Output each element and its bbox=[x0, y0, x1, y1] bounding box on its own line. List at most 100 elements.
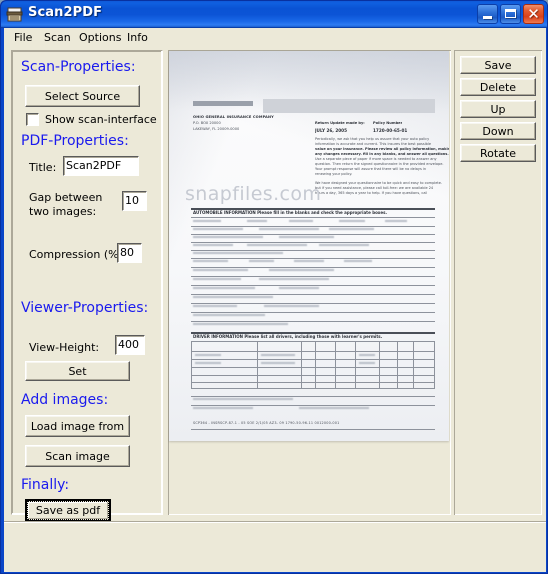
doc-driver-col-5 bbox=[355, 341, 356, 389]
doc-blur-a24 bbox=[279, 287, 319, 290]
doc-blur-a20 bbox=[269, 269, 334, 272]
doc-body-2: information is accurate and current. Thi… bbox=[315, 142, 432, 146]
watermark-text: snapfiles.com bbox=[185, 183, 322, 205]
doc-body-3: value on your insurance. Please review a… bbox=[315, 147, 449, 151]
doc-blur-a13 bbox=[319, 244, 369, 247]
doc-blur-a6 bbox=[193, 228, 243, 231]
doc-body-8: renewing your policy. bbox=[315, 172, 353, 176]
doc-blur-d6 bbox=[359, 362, 375, 365]
rotate-label: Rotate bbox=[479, 146, 516, 160]
select-source-button[interactable]: Select Source bbox=[25, 85, 140, 107]
doc-blur-a19 bbox=[193, 269, 248, 272]
doc-rule-d2 bbox=[191, 405, 435, 406]
doc-blur-a26 bbox=[193, 305, 237, 308]
doc-blur-a16 bbox=[249, 260, 274, 263]
image-actions-panel: Save Delete Up Down Rotate bbox=[454, 50, 542, 515]
doc-rule-a9 bbox=[191, 285, 435, 286]
save-as-pdf-button[interactable]: Save as pdf bbox=[25, 499, 111, 522]
pdf-properties-heading: PDF-Properties: bbox=[21, 133, 129, 149]
doc-body-7: Your prompt response will assure that th… bbox=[315, 167, 427, 171]
doc-return-label: Return Update made by: bbox=[315, 121, 365, 125]
doc-driver-row-rule-5 bbox=[191, 382, 435, 383]
doc-driver-col-6 bbox=[379, 341, 380, 389]
save-label: Save bbox=[484, 58, 512, 72]
doc-blur-a28 bbox=[193, 314, 265, 317]
viewer-properties-heading: Viewer-Properties: bbox=[21, 300, 149, 316]
save-button[interactable]: Save bbox=[460, 56, 536, 74]
doc-driver-row-rule-3 bbox=[191, 367, 435, 368]
gap-label-line1: Gap between bbox=[29, 191, 103, 204]
doc-driver-col-3 bbox=[315, 341, 316, 389]
doc-address-1: P.O. BOX 20000 bbox=[193, 121, 221, 125]
minimize-button[interactable] bbox=[477, 4, 498, 24]
load-image-button[interactable]: Load image from bbox=[25, 415, 130, 437]
preview-panel[interactable]: OHIO GENERAL INSURANCE COMPANY P.O. BOX … bbox=[168, 50, 451, 515]
doc-rule-a12 bbox=[191, 312, 435, 313]
doc-driver-col-7 bbox=[397, 341, 398, 389]
doc-blur-a7 bbox=[259, 228, 319, 231]
doc-rule-a10 bbox=[191, 294, 435, 295]
doc-blur-a27 bbox=[264, 305, 319, 308]
doc-footer-rule bbox=[191, 429, 435, 430]
scanned-page-image[interactable]: OHIO GENERAL INSURANCE COMPANY P.O. BOX … bbox=[169, 51, 449, 441]
add-images-heading: Add images: bbox=[21, 392, 109, 408]
set-label: Set bbox=[68, 364, 87, 378]
select-source-label: Select Source bbox=[44, 89, 121, 103]
doc-rule-a1 bbox=[191, 217, 435, 218]
doc-rule-a7 bbox=[191, 267, 435, 268]
delete-label: Delete bbox=[479, 80, 517, 94]
up-label: Up bbox=[490, 102, 506, 116]
doc-blur-a11 bbox=[193, 244, 233, 247]
view-height-input[interactable]: 400 bbox=[115, 335, 145, 355]
doc-driver-col-2 bbox=[301, 341, 302, 389]
set-button[interactable]: Set bbox=[25, 361, 130, 381]
doc-auto-section-heading: AUTOMOBILE INFORMATION Please fill in th… bbox=[193, 210, 388, 215]
rotate-button[interactable]: Rotate bbox=[460, 144, 536, 162]
doc-logo-bar bbox=[193, 101, 253, 106]
menu-bar: File Scan Options Info bbox=[4, 28, 546, 48]
maximize-button[interactable] bbox=[500, 4, 521, 24]
maximize-icon bbox=[505, 9, 516, 18]
doc-rule-d1 bbox=[191, 396, 435, 397]
doc-rule-a11 bbox=[191, 303, 435, 304]
show-scan-interface-checkbox[interactable]: Show scan-interface bbox=[26, 113, 157, 126]
doc-blur-d5 bbox=[261, 362, 295, 365]
client-area: File Scan Options Info Scan-Properties: … bbox=[4, 28, 546, 572]
close-icon: ✕ bbox=[527, 5, 540, 23]
doc-body-11: hours a day, 365 days a year to help. If… bbox=[315, 191, 428, 195]
doc-company: OHIO GENERAL INSURANCE COMPANY bbox=[193, 115, 274, 119]
menu-item-options[interactable]: Options bbox=[74, 31, 126, 46]
doc-body-1: Periodically, we ask that you help us as… bbox=[315, 137, 430, 141]
doc-blur-a4 bbox=[339, 220, 365, 223]
load-image-label: Load image from bbox=[30, 419, 125, 433]
down-button[interactable]: Down bbox=[460, 122, 536, 140]
doc-rule-a3 bbox=[191, 234, 435, 235]
doc-address-2: LAKEWAY, FL 20009-0000 bbox=[193, 127, 240, 131]
delete-button[interactable]: Delete bbox=[460, 78, 536, 96]
doc-blur-a15 bbox=[193, 260, 228, 263]
finally-heading: Finally: bbox=[21, 477, 70, 493]
doc-driver-col-4 bbox=[335, 341, 336, 389]
doc-blur-a12 bbox=[247, 244, 307, 247]
doc-driver-row-rule-2 bbox=[191, 359, 435, 360]
menu-item-info[interactable]: Info bbox=[122, 31, 153, 46]
doc-blur-a5 bbox=[385, 220, 407, 223]
close-button[interactable]: ✕ bbox=[523, 4, 544, 24]
application-window: Scan2PDF ✕ File Scan Options Info Scan-P… bbox=[0, 0, 548, 574]
doc-blur-a14 bbox=[193, 252, 283, 255]
scan-image-button[interactable]: Scan image bbox=[25, 445, 130, 467]
minimize-icon bbox=[483, 16, 492, 19]
doc-blur-a9 bbox=[193, 236, 263, 239]
doc-policy-label: Policy Number bbox=[373, 121, 403, 125]
doc-footer: SCP364 - INSRSCP-87-1 - 05 SOE 2/1/05 AZ… bbox=[193, 421, 340, 425]
doc-body-6: question. Then return the signed questio… bbox=[315, 162, 444, 166]
menu-item-scan[interactable]: Scan bbox=[39, 31, 76, 46]
doc-driver-row-rule-1 bbox=[191, 351, 435, 352]
gap-input[interactable]: 10 bbox=[122, 191, 147, 211]
menu-item-file[interactable]: File bbox=[9, 31, 37, 46]
title-input[interactable]: Scan2PDF bbox=[63, 156, 139, 176]
compression-input[interactable]: 80 bbox=[117, 243, 142, 263]
doc-blur-d9 bbox=[299, 407, 369, 410]
doc-rule-a8 bbox=[191, 276, 435, 277]
up-button[interactable]: Up bbox=[460, 100, 536, 118]
